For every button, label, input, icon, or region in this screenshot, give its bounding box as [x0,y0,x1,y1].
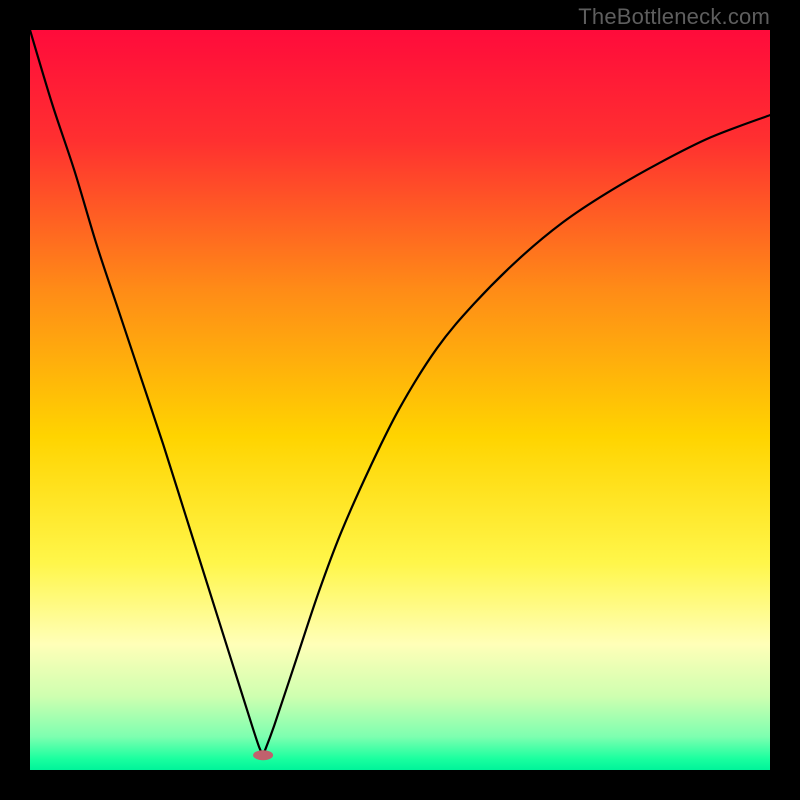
plot-frame [30,30,770,770]
minimum-marker [253,750,273,760]
watermark-text: TheBottleneck.com [578,4,770,30]
gradient-background [30,30,770,770]
bottleneck-chart [30,30,770,770]
